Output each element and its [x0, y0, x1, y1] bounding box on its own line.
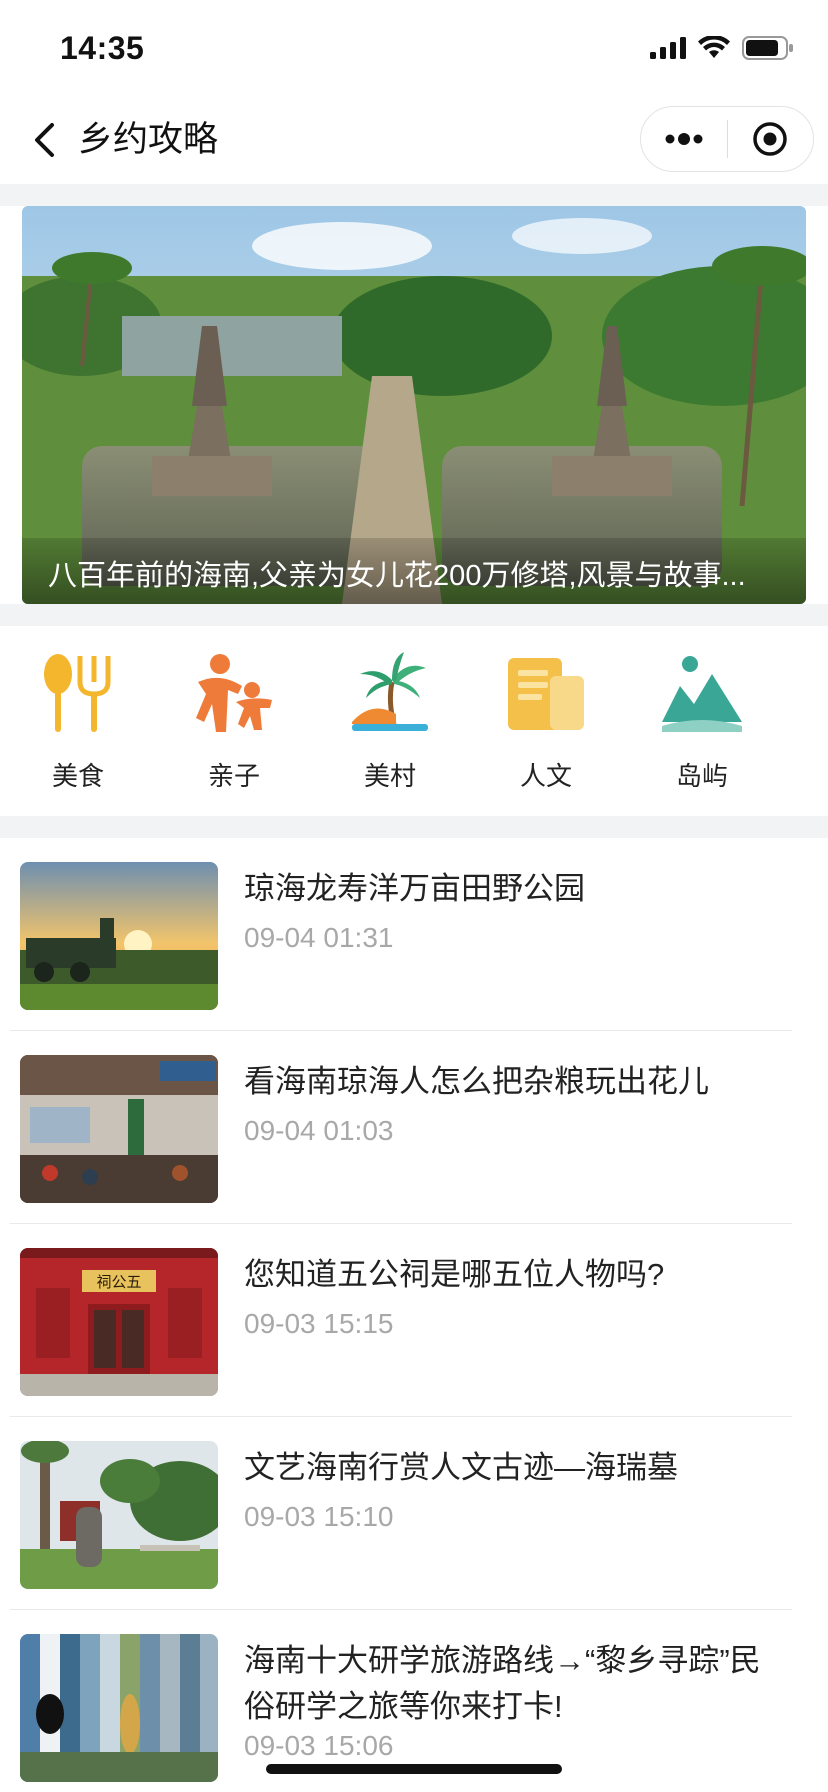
- temple-gate-image: 祠公五: [20, 1248, 218, 1396]
- mini-program-capsule: [640, 106, 814, 172]
- article-title: 琼海龙寿洋万亩田野公园: [244, 871, 585, 906]
- temple-sign: 祠公五: [96, 1273, 141, 1291]
- status-bar: 14:35: [0, 0, 828, 96]
- banner-carousel[interactable]: 八百年前的海南,父亲为女儿花200万修塔,风景与故事...: [22, 206, 806, 604]
- section-gap: [0, 184, 828, 206]
- article-item[interactable]: 文艺海南行赏人文古迹—海瑞墓 09-03 15:10: [0, 1417, 828, 1610]
- article-time: 09-04 01:03: [244, 1115, 394, 1146]
- nav-bar: 乡约攻略: [0, 96, 828, 184]
- status-icons: [650, 36, 794, 60]
- article-item[interactable]: 看海南琼海人怎么把杂粮玩出花儿 09-04 01:03: [0, 1031, 828, 1224]
- study-routes-collage-image: [20, 1634, 218, 1782]
- article-time: 09-04 01:31: [244, 922, 394, 953]
- article-thumbnail: [20, 1441, 218, 1589]
- battery-icon: [742, 36, 793, 60]
- article-thumbnail: [20, 1634, 218, 1782]
- home-indicator[interactable]: [266, 1764, 562, 1774]
- category-grid: 美食 亲子 美村 人文 岛屿: [0, 626, 828, 816]
- banner-caption: 八百年前的海南,父亲为女儿花200万修塔,风景与故事...: [22, 538, 806, 604]
- section-gap: [0, 604, 828, 626]
- close-mini-program-button[interactable]: [728, 107, 814, 171]
- category-village[interactable]: 美村: [312, 626, 468, 816]
- signal-icon: [650, 37, 686, 59]
- parent-child-icon: [196, 654, 272, 732]
- article-item[interactable]: 琼海龙寿洋万亩田野公园 09-04 01:31: [0, 838, 828, 1031]
- category-label: 美村: [363, 761, 416, 791]
- category-label: 亲子: [207, 761, 260, 791]
- category-parent-child[interactable]: 亲子: [156, 626, 312, 816]
- article-time: 09-03 15:06: [244, 1730, 394, 1761]
- village-palm-icon: [352, 652, 428, 731]
- article-time: 09-03 15:15: [244, 1308, 394, 1339]
- article-title: 您知道五公祠是哪五位人物吗?: [244, 1257, 665, 1292]
- status-time: 14:35: [60, 30, 145, 66]
- article-time: 09-03 15:10: [244, 1501, 394, 1532]
- article-thumbnail: 祠公五: [20, 1248, 218, 1396]
- article-thumbnail: [20, 862, 218, 1010]
- market-hall-image: [20, 1055, 218, 1203]
- category-label: 岛屿: [675, 761, 728, 791]
- tomb-garden-image: [20, 1441, 218, 1589]
- article-title: 海南十大研学旅游路线→“黎乡寻踪”民俗研学之旅等你来打卡!: [244, 1643, 761, 1724]
- category-island[interactable]: 岛屿: [624, 626, 780, 816]
- back-button[interactable]: [20, 116, 68, 164]
- section-gap: [0, 816, 828, 838]
- chevron-left-icon: [35, 123, 54, 157]
- page-title: 乡约攻略: [78, 120, 219, 159]
- category-food[interactable]: 美食: [0, 626, 156, 816]
- train-sunset-image: [20, 862, 218, 1010]
- article-title: 看海南琼海人怎么把杂粮玩出花儿: [244, 1064, 709, 1099]
- category-label: 美食: [51, 761, 104, 791]
- banner-caption-text: 八百年前的海南,父亲为女儿花200万修塔,风景与故事...: [48, 560, 746, 592]
- target-close-icon: [753, 122, 787, 156]
- article-item[interactable]: 祠公五 您知道五公祠是哪五位人物吗? 09-03 15:15: [0, 1224, 828, 1417]
- food-icon: [44, 654, 111, 732]
- more-button[interactable]: [641, 107, 727, 171]
- culture-book-icon: [508, 658, 584, 730]
- category-label: 人文: [519, 761, 572, 791]
- wifi-icon: [698, 36, 730, 58]
- article-thumbnail: [20, 1055, 218, 1203]
- more-dots-icon: [665, 133, 703, 145]
- island-icon: [662, 656, 742, 732]
- article-title: 文艺海南行赏人文古迹—海瑞墓: [244, 1450, 678, 1485]
- category-culture[interactable]: 人文: [468, 626, 624, 816]
